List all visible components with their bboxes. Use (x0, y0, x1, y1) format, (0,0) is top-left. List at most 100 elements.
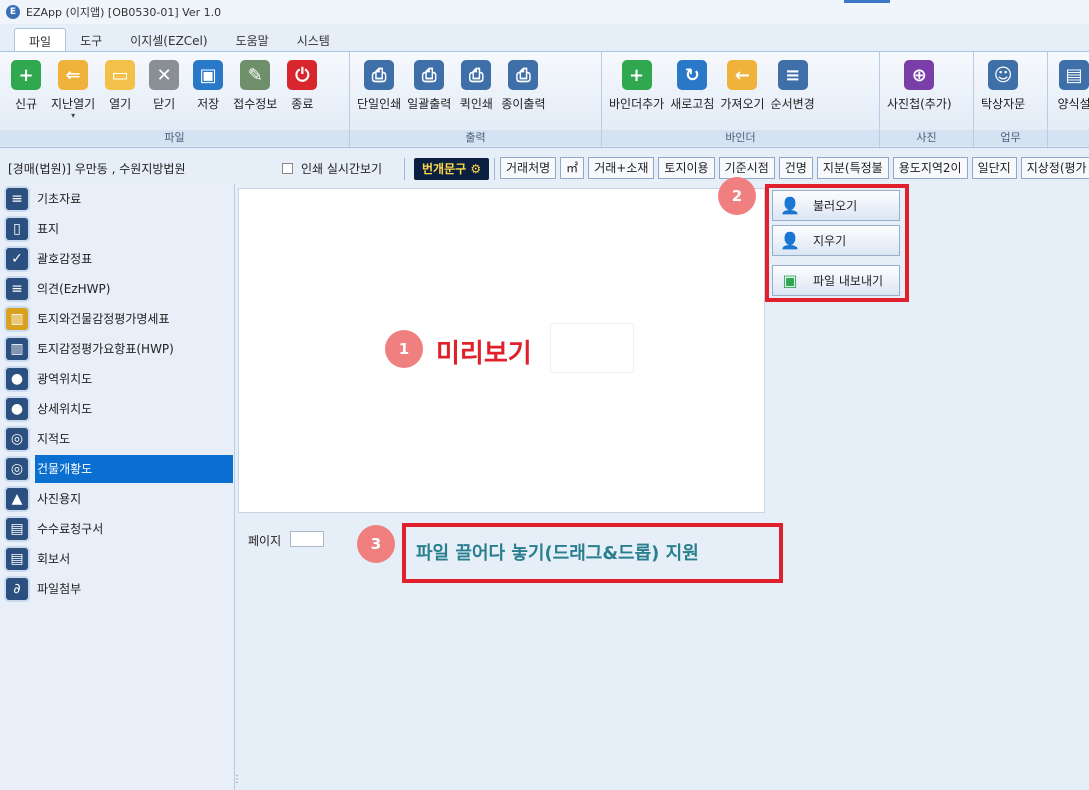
court-info: [경매(법원)] 우만동 , 수원지방법원 (8, 162, 186, 176)
printer-icon: ⎙ (364, 60, 395, 90)
phrase-chip-row: 거래처명 ㎡ 거래+소재 토지이용 기준시점 건명 지분(특정불 용도지역2이 … (500, 157, 1089, 179)
save-icon: ▣ (193, 60, 224, 90)
chip-square-meter[interactable]: ㎡ (560, 157, 585, 179)
ribbon-group-label-extra (1048, 130, 1089, 146)
ribbon: + 신규 ⇐ 지난열기 ▾ ▭ 열기 ✕ 닫기 ▣ 저장 ✎ 접수정보 ⏻ 종료… (0, 51, 1089, 148)
tab-file[interactable]: 파일 (14, 28, 67, 52)
ribbon-group-extra: ▤ 양식설 (1048, 52, 1089, 147)
ribbon-group-label-binder: 바인더 (602, 130, 879, 146)
plus-icon: + (11, 60, 41, 90)
people-icon: ☺ (988, 60, 1019, 90)
chip-client-name[interactable]: 거래처명 (500, 157, 557, 179)
clipboard-icon: ▤ (4, 546, 30, 572)
sidebar-item-regional-map[interactable]: ● 광역위치도 (4, 364, 233, 394)
list-order-icon: ≡ (777, 60, 808, 90)
map-icon: ▥ (4, 306, 30, 332)
document-stack-icon: ≡ (4, 276, 30, 302)
sidebar-item-cadastral-map[interactable]: ◎ 지적도 (4, 424, 233, 454)
divider (494, 158, 495, 180)
sub-toolbar: [경매(법원)] 우만동 , 수원지방법원 인쇄 실시간보기 번개문구 ⚙ 거래… (0, 154, 1089, 184)
globe-icon: ◎ (4, 426, 30, 452)
sidebar-item-land-summary[interactable]: ▥ 토지감정평가요항표(HWP) (4, 334, 233, 364)
recent-folder-icon: ⇐ (58, 60, 89, 90)
app-logo-icon: E (6, 5, 20, 19)
chip-case-name[interactable]: 건명 (778, 157, 813, 179)
printer-paper-icon: ⎙ (508, 60, 539, 90)
tab-system[interactable]: 시스템 (283, 28, 344, 52)
realtime-print-label: 인쇄 실시간보기 (301, 162, 383, 176)
chip-base-date[interactable]: 기준시점 (718, 157, 775, 179)
tab-help[interactable]: 도움말 (222, 28, 283, 52)
preview-blank-area (551, 324, 633, 372)
ribbon-group-binder: + 바인더추가 ↻ 새로고침 ← 가져오기 ≡ 순서변경 바인더 (602, 52, 880, 147)
chevron-down-icon: ▾ (71, 111, 76, 120)
paperclip-icon: ∂ (4, 576, 30, 602)
sidebar-item-reply[interactable]: ▤ 회보서 (4, 544, 233, 574)
chip-zoning[interactable]: 용도지역2이 (892, 157, 968, 179)
page-label: 페이지 (248, 534, 282, 548)
title-accent (844, 0, 890, 3)
close-icon: ✕ (149, 60, 180, 90)
chip-trade-location[interactable]: 거래+소재 (588, 157, 655, 179)
ribbon-group-print: ⎙ 단일인쇄 ⎙ 일괄출력 ⎙ 퀵인쇄 ⎙ 종이출력 출력 (350, 52, 602, 147)
window-title: EZApp (이지앱) [OB0530-01] Ver 1.0 (26, 6, 222, 19)
bungae-phrase-button[interactable]: 번개문구 ⚙ (414, 158, 490, 180)
tab-ezcel[interactable]: 이지셀(EZCel) (116, 28, 221, 52)
form-icon: ▤ (1059, 60, 1089, 90)
cover-icon: ▯ (4, 216, 30, 242)
power-icon: ⏻ (287, 60, 318, 90)
checklist-icon: ✓ (4, 246, 30, 272)
tab-tools[interactable]: 도구 (66, 28, 116, 52)
ribbon-group-photo: ⊕ 사진첩(추가) 사진 (880, 52, 974, 147)
chip-single-lot[interactable]: 일단지 (971, 157, 1017, 179)
folder-icon: ▭ (105, 60, 136, 90)
sidebar-item-cover[interactable]: ▯ 표지 (4, 214, 233, 244)
ribbon-group-label-print: 출력 (350, 130, 601, 146)
sidebar-item-attachment[interactable]: ∂ 파일첨부 (4, 574, 233, 604)
realtime-print-toggle[interactable]: 인쇄 실시간보기 (282, 160, 382, 177)
chip-surface-rights[interactable]: 지상정(평가 (1020, 157, 1089, 179)
photo-icon: ▲ (4, 486, 30, 512)
splitter-handle[interactable]: ⋮ (232, 774, 242, 785)
ribbon-group-file: + 신규 ⇐ 지난열기 ▾ ▭ 열기 ✕ 닫기 ▣ 저장 ✎ 접수정보 ⏻ 종료… (0, 52, 350, 147)
printer-quick-icon: ⎙ (461, 60, 492, 90)
sidebar-item-opinion[interactable]: ≡ 의견(EzHWP) (4, 274, 233, 304)
sidebar-item-basic-data[interactable]: ≡ 기초자료 (4, 184, 233, 214)
add-document-icon: + (621, 60, 652, 90)
document-sidebar: ≡ 기초자료 ▯ 표지 ✓ 괄호감정표 ≡ 의견(EzHWP) ▥ 토지와건물감… (0, 184, 242, 790)
invoice-icon: ▤ (4, 516, 30, 542)
realtime-print-checkbox[interactable] (282, 163, 293, 174)
ribbon-group-work: ☺ 탁상자문 업무 (974, 52, 1048, 147)
menu-tabs: 파일 도구 이지셀(EZCel) 도움말 시스템 (0, 28, 1089, 52)
printer-all-icon: ⎙ (414, 60, 445, 90)
annotation-badge-3: 3 (357, 525, 395, 563)
sidebar-item-building-overview[interactable]: ◎ 건물개황도 (4, 454, 233, 484)
gear-icon: ⚙ (470, 162, 482, 176)
annotation-box-actions (765, 184, 909, 302)
ribbon-group-label-work: 업무 (974, 130, 1047, 146)
chip-share[interactable]: 지분(특정불 (816, 157, 889, 179)
annotation-badge-1: 1 (385, 330, 423, 368)
location-pin-icon: ● (4, 366, 30, 392)
globe-icon: ◎ (4, 456, 30, 482)
title-bar: E EZApp (이지앱) [OB0530-01] Ver 1.0 (0, 0, 1089, 24)
ribbon-group-label-file: 파일 (0, 130, 349, 146)
divider (404, 158, 405, 180)
photo-add-icon: ⊕ (904, 60, 935, 90)
sidebar-item-fee-invoice[interactable]: ▤ 수수료청구서 (4, 514, 233, 544)
notepad-icon: ✎ (240, 60, 271, 90)
annotation-text-dragdrop: 파일 끌어다 놓기(드래그&드롭) 지원 (416, 543, 699, 564)
annotation-badge-2: 2 (718, 177, 756, 215)
stack-icon: ≡ (4, 186, 30, 212)
annotation-text-preview: 미리보기 (436, 339, 532, 369)
page-input[interactable] (290, 531, 324, 547)
arrow-left-icon: ← (727, 60, 758, 90)
ribbon-group-label-photo: 사진 (880, 130, 973, 146)
sidebar-item-land-building-schedule[interactable]: ▥ 토지와건물감정평가명세표 (4, 304, 233, 334)
chip-land-use[interactable]: 토지이용 (658, 157, 715, 179)
sidebar-item-bracket-table[interactable]: ✓ 괄호감정표 (4, 244, 233, 274)
location-pins-icon: ● (4, 396, 30, 422)
map-icon: ▥ (4, 336, 30, 362)
sidebar-item-photo-sheet[interactable]: ▲ 사진용지 (4, 484, 233, 514)
sidebar-item-detail-map[interactable]: ● 상세위치도 (4, 394, 233, 424)
